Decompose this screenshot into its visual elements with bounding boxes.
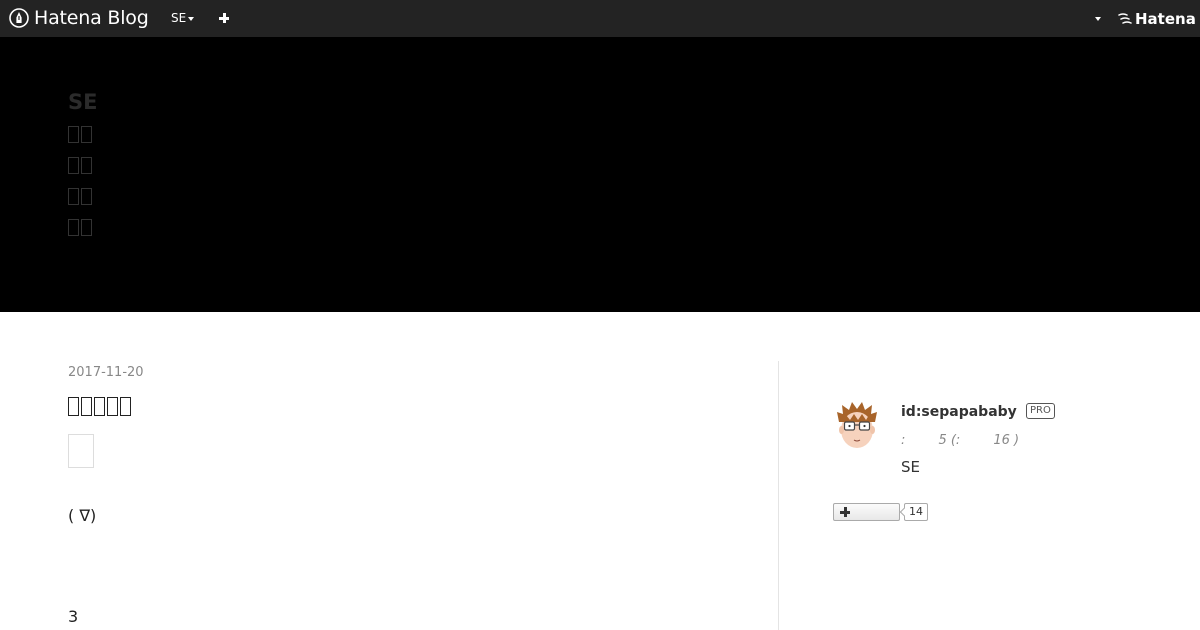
entry-date[interactable]: 2017-11-20 (68, 365, 144, 381)
entry-title[interactable] (68, 397, 133, 421)
hatena-blog-pen-icon (9, 8, 29, 28)
brand-text: Hatena Blog (34, 7, 149, 29)
follow-button[interactable] (833, 503, 900, 521)
entry-body-text: ( ∇) (68, 506, 97, 525)
hatena-mark-icon (1118, 10, 1132, 29)
blog-description-line (68, 123, 98, 145)
user-menu-chevron-down-icon[interactable] (1095, 17, 1101, 21)
avatar[interactable] (833, 400, 881, 450)
profile-description: SE (901, 458, 920, 476)
blog-description-line (68, 216, 98, 238)
entry-category-box (68, 434, 94, 468)
follower-count-badge[interactable]: 14 (904, 503, 928, 521)
blog-description-line (68, 154, 98, 176)
hatena-logo-link[interactable]: Hatena (1118, 9, 1196, 29)
hatena-logo-text: Hatena (1135, 10, 1196, 28)
entry-body-number: 3 (68, 607, 79, 626)
profile-stats: : 5 (: 16 ) (901, 433, 1020, 448)
global-header: Hatena Blog SE Hatena (0, 0, 1200, 37)
chevron-down-icon (188, 17, 195, 21)
pro-badge: PRO (1026, 403, 1055, 419)
blog-title[interactable]: SE (68, 89, 97, 115)
blog-switch-menu[interactable]: SE (171, 11, 195, 26)
hatena-blog-logo-link[interactable]: Hatena Blog (9, 6, 149, 30)
blog-description-line (68, 185, 98, 207)
blog-title-banner: SE (0, 37, 1200, 312)
sidebar-divider (778, 361, 779, 630)
blog-menu-label: SE (171, 11, 187, 25)
profile-id-link[interactable]: id:sepapababy (901, 403, 1017, 421)
new-entry-plus-icon[interactable] (217, 11, 231, 25)
